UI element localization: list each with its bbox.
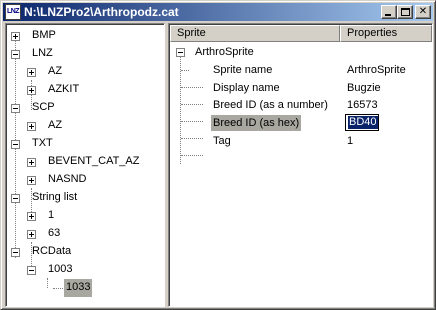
maximize-icon: [401, 8, 410, 16]
prop-label-breed-id-hex[interactable]: Breed ID (as hex): [211, 115, 302, 131]
tree-item-scp[interactable]: SCP: [30, 99, 57, 117]
tree-item-rcdata[interactable]: RCData: [30, 243, 73, 261]
expand-toggle[interactable]: [27, 230, 36, 239]
prop-value-breed-id-number[interactable]: 16573: [347, 97, 378, 113]
prop-label-tag[interactable]: Tag: [211, 133, 233, 149]
collapse-toggle[interactable]: [11, 104, 20, 113]
expand-toggle[interactable]: [27, 176, 36, 185]
main-window: LNZ N:\LNZPro2\Arthropodz.cat ✕ BMP LNZ …: [0, 0, 436, 310]
minimize-icon: [385, 14, 391, 16]
sprite-root[interactable]: ArthroSprite: [193, 44, 256, 60]
properties-grid[interactable]: Sprite Properties ArthroSprite Sprite na…: [168, 23, 433, 307]
breed-id-hex-value: BD40: [348, 116, 378, 129]
window-title: N:\LNZPro2\Arthropodz.cat: [24, 5, 179, 19]
tree-line: [181, 121, 203, 122]
collapse-toggle[interactable]: [11, 248, 20, 257]
prop-value-display-name[interactable]: Bugzie: [347, 80, 381, 96]
prop-label-breed-id-number[interactable]: Breed ID (as a number): [211, 97, 330, 113]
tree-item-bmp[interactable]: BMP: [30, 27, 58, 45]
prop-value-tag[interactable]: 1: [347, 133, 353, 149]
tree-item-lnz[interactable]: LNZ: [30, 45, 55, 63]
expand-toggle[interactable]: [11, 32, 20, 41]
tree-item-bevent-cat-az[interactable]: BEVENT_CAT_AZ: [46, 153, 142, 171]
tree-line: [181, 87, 203, 88]
collapse-toggle[interactable]: [11, 140, 20, 149]
expand-toggle[interactable]: [27, 158, 36, 167]
tree-line: [181, 155, 203, 156]
close-button[interactable]: ✕: [415, 5, 431, 19]
prop-label-display-name[interactable]: Display name: [211, 80, 282, 96]
tree-item-rcdata-1033[interactable]: 1033: [64, 279, 93, 297]
tree-item-string-63[interactable]: 63: [46, 225, 62, 243]
tree-line: [181, 104, 203, 105]
column-header-sprite[interactable]: Sprite: [170, 25, 340, 42]
collapse-toggle[interactable]: [11, 50, 20, 59]
prop-label-sprite-name[interactable]: Sprite name: [211, 62, 274, 78]
tree-item-txt[interactable]: TXT: [30, 135, 55, 153]
prop-value-sprite-name[interactable]: ArthroSprite: [347, 62, 406, 78]
title-bar[interactable]: LNZ N:\LNZPro2\Arthropodz.cat ✕: [3, 3, 433, 21]
tree-line: [181, 70, 189, 71]
tree-line: [181, 138, 203, 139]
tree-item-string-1[interactable]: 1: [46, 207, 56, 225]
tree-item-nasnd[interactable]: NASND: [46, 171, 89, 189]
tree-line: [53, 288, 63, 289]
expand-toggle[interactable]: [27, 212, 36, 221]
tree-item-lnz-azkit[interactable]: AZKIT: [46, 81, 81, 99]
collapse-toggle[interactable]: [27, 266, 36, 275]
maximize-button[interactable]: [397, 5, 413, 19]
column-header-properties[interactable]: Properties: [340, 25, 432, 42]
tree-item-string-list[interactable]: String list: [30, 189, 79, 207]
tree-line: [180, 56, 181, 164]
breed-id-hex-input[interactable]: BD40: [345, 114, 379, 131]
collapse-toggle[interactable]: [11, 194, 20, 203]
tree-line: [47, 278, 48, 288]
minimize-button[interactable]: [381, 5, 397, 19]
expand-toggle[interactable]: [27, 122, 36, 131]
tree-item-lnz-az[interactable]: AZ: [46, 63, 64, 81]
close-icon: ✕: [418, 6, 428, 17]
resource-tree[interactable]: BMP LNZ AZ AZKIT SCP AZ TXT BEVENT_CAT_A…: [5, 23, 165, 307]
expand-toggle[interactable]: [27, 86, 36, 95]
tree-item-rcdata-1003[interactable]: 1003: [46, 261, 74, 279]
expand-toggle[interactable]: [27, 68, 36, 77]
tree-item-scp-az[interactable]: AZ: [46, 117, 64, 135]
app-icon[interactable]: LNZ: [5, 4, 21, 20]
collapse-toggle[interactable]: [176, 48, 185, 57]
